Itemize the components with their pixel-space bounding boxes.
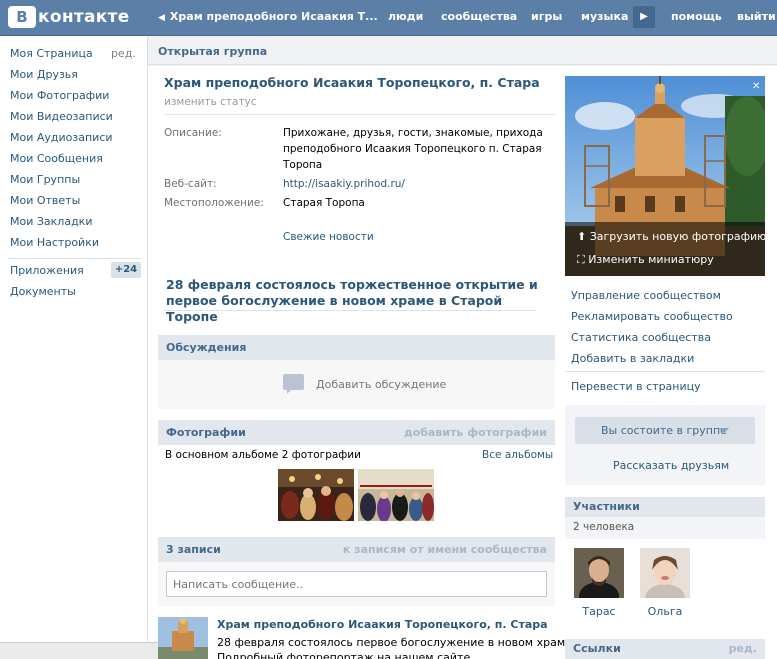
group-type-bar: Открытая группа	[148, 40, 777, 65]
photo-thumbnail[interactable]	[278, 469, 354, 521]
nav-people[interactable]: люди	[388, 10, 423, 23]
left-divider	[147, 36, 148, 659]
convert-to-page-link[interactable]: Перевести в страницу	[571, 380, 701, 393]
close-icon[interactable]: ✕	[752, 81, 760, 92]
menu-my-page[interactable]: Моя Страница	[10, 47, 93, 60]
tell-friends-link[interactable]: Рассказать друзьям	[613, 459, 729, 472]
nav-help[interactable]: помощь	[671, 10, 722, 23]
advertise-community-link[interactable]: Рекламировать сообщество	[571, 310, 733, 323]
nav-communities[interactable]: сообщества	[441, 10, 517, 23]
group-breadcrumb-label: Храм преподобного Исаакия Т...	[169, 10, 378, 23]
discussion-bubble-icon	[283, 374, 304, 394]
add-photos-link[interactable]: добавить фотографии	[404, 426, 547, 439]
post-author-link[interactable]: Храм преподобного Исаакия Торопецкого, п…	[217, 618, 548, 631]
photo-thumbnail[interactable]	[358, 469, 434, 521]
post-text-line-1: 28 февраля состоялось первое богослужени…	[217, 636, 576, 649]
upload-photo-label: Загрузить новую фотографию	[589, 230, 767, 243]
menu-my-messages[interactable]: Мои Сообщения	[10, 152, 103, 165]
post-text-line-2: Подробный фоторепортаж на нашем сайте	[217, 651, 471, 659]
group-breadcrumb[interactable]: ◀ Храм преподобного Исаакия Т...	[158, 10, 378, 23]
chevron-down-icon	[719, 428, 729, 433]
links-title: Ссылки	[573, 642, 621, 655]
top-header: В контакте ◀ Храм преподобного Исаакия Т.…	[0, 0, 777, 36]
info-divider	[164, 114, 556, 115]
logo-text: контакте	[38, 7, 130, 27]
crop-icon: ⛶	[577, 253, 585, 266]
group-type-label: Открытая группа	[158, 45, 268, 58]
members-count: 2 человека	[573, 521, 635, 533]
wiki-news-title[interactable]: 28 февраля состоялось торжественное откр…	[166, 277, 538, 325]
nav-logout[interactable]: выйти	[737, 10, 776, 23]
members-count-bar: 2 человека	[565, 517, 765, 539]
fresh-news-link[interactable]: Свежие новости	[283, 231, 374, 243]
wall-title: 3 записи	[166, 543, 221, 556]
photos-header[interactable]: Фотографии добавить фотографии	[158, 420, 555, 445]
add-bookmark-link[interactable]: Добавить в закладки	[571, 352, 694, 365]
photos-subtitle: В основном альбоме 2 фотографии	[165, 449, 361, 461]
menu-my-bookmarks[interactable]: Мои Закладки	[10, 215, 92, 228]
change-thumbnail-label: Изменить миниатюру	[588, 253, 714, 266]
description-line-1: Прихожане, друзья, гости, знакомые, прих…	[283, 127, 543, 139]
discussions-title: Обсуждения	[166, 341, 247, 354]
menu-my-settings[interactable]: Мои Настройки	[10, 236, 99, 249]
avatar[interactable]	[640, 548, 690, 598]
description-label: Описание:	[164, 127, 222, 139]
apps-count-badge[interactable]: +24	[111, 262, 141, 278]
menu-my-answers[interactable]: Мои Ответы	[10, 194, 80, 207]
location-value: Старая Торопа	[283, 197, 365, 209]
community-posts-link[interactable]: к записям от имени сообщества	[343, 543, 547, 556]
upload-icon: ⬆	[577, 230, 587, 243]
back-arrow-icon: ◀	[158, 13, 165, 23]
menu-edit-link[interactable]: ред.	[111, 47, 136, 60]
members-header[interactable]: Участники	[565, 497, 765, 517]
post-author-avatar[interactable]	[158, 617, 208, 659]
location-label: Местоположение:	[164, 197, 264, 209]
play-icon[interactable]: ▶	[633, 6, 655, 28]
links-header[interactable]: Ссылки ред.	[565, 639, 765, 659]
website-link[interactable]: http://isaakiy.prihod.ru/	[283, 176, 405, 192]
change-thumbnail-action[interactable]: ⛶ Изменить миниатюру	[577, 253, 714, 267]
group-title: Храм преподобного Исаакия Торопецкого, п…	[164, 75, 540, 90]
membership-button-label: Вы состоите в группе	[601, 424, 727, 437]
menu-separator	[8, 258, 142, 259]
manage-community-link[interactable]: Управление сообществом	[571, 289, 721, 302]
all-albums-link[interactable]: Все альбомы	[482, 449, 553, 461]
members-title: Участники	[573, 500, 640, 513]
post-message-input[interactable]: Написать сообщение..	[166, 571, 547, 597]
menu-documents[interactable]: Документы	[10, 285, 76, 298]
member-name[interactable]: Тарас	[574, 605, 624, 618]
nav-music[interactable]: музыка	[581, 10, 628, 23]
post-input-placeholder: Написать сообщение..	[173, 578, 304, 591]
right-divider	[565, 371, 765, 372]
bottom-bar	[0, 642, 176, 659]
community-stats-link[interactable]: Статистика сообщества	[571, 331, 711, 344]
upload-photo-action[interactable]: ⬆ Загрузить новую фотографию	[577, 230, 766, 243]
menu-apps[interactable]: Приложения	[10, 264, 84, 277]
website-label: Веб-сайт:	[164, 178, 217, 190]
menu-my-photos[interactable]: Мои Фотографии	[10, 89, 109, 102]
menu-my-friends[interactable]: Мои Друзья	[10, 68, 78, 81]
change-status-link[interactable]: изменить статус	[164, 96, 257, 108]
member-name[interactable]: Ольга	[640, 605, 690, 618]
add-discussion-link[interactable]: Добавить обсуждение	[316, 378, 446, 391]
description-line-2: преподобного Исаакия Торопецкого п. Стар…	[283, 143, 542, 155]
menu-my-audio[interactable]: Мои Аудиозаписи	[10, 131, 113, 144]
discussions-header[interactable]: Обсуждения	[158, 335, 555, 360]
vk-logo[interactable]: В контакте	[8, 5, 130, 29]
description-line-3: Торопа	[283, 159, 323, 171]
wall-header[interactable]: 3 записи к записям от имени сообщества	[158, 537, 555, 562]
wiki-news-title-line-2: первое богослужение в новом храме в Стар…	[166, 293, 503, 324]
membership-dropdown-button[interactable]: Вы состоите в группе	[575, 417, 755, 444]
photos-title: Фотографии	[166, 426, 246, 439]
menu-my-videos[interactable]: Мои Видеозаписи	[10, 110, 113, 123]
nav-games[interactable]: игры	[531, 10, 562, 23]
wiki-news-title-line-1: 28 февраля состоялось торжественное откр…	[166, 277, 538, 292]
links-edit-link[interactable]: ред.	[729, 642, 757, 655]
menu-my-groups[interactable]: Мои Группы	[10, 173, 80, 186]
avatar[interactable]	[574, 548, 624, 598]
logo-letter: В	[8, 6, 36, 28]
wiki-divider	[164, 310, 536, 311]
